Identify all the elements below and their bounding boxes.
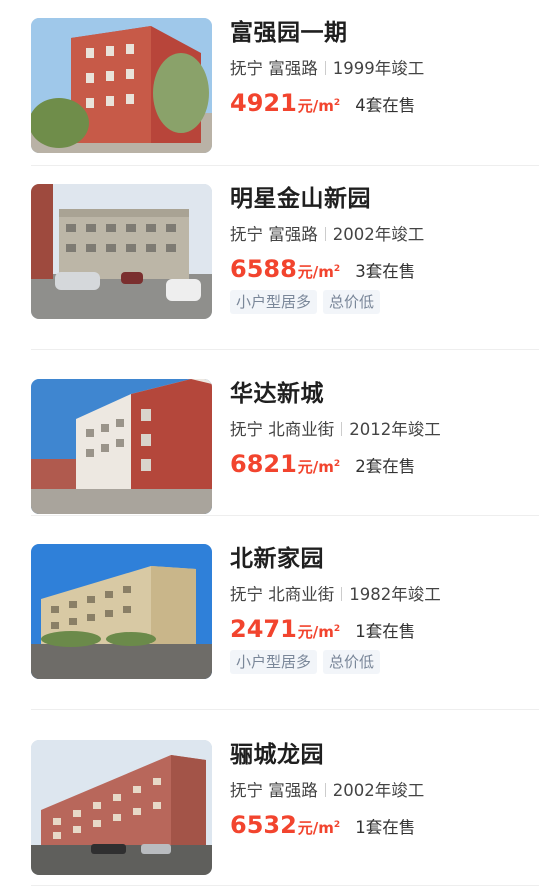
divider bbox=[341, 422, 343, 436]
listing-title: 华达新城 bbox=[230, 381, 324, 407]
listing-card[interactable]: 富强园一期 抚宁 富强路 1999年竣工 4921元/m2 4套在售 bbox=[0, 0, 539, 166]
listing-meta: 抚宁 北商业街 2012年竣工 bbox=[230, 419, 539, 441]
divider bbox=[341, 587, 343, 601]
road: 北商业街 bbox=[268, 420, 335, 439]
listing-card[interactable]: 北新家园 抚宁 北商业街 1982年竣工 2471元/m2 1套在售 小户型居多总… bbox=[0, 516, 539, 710]
listing-meta: 抚宁 富强路 2002年竣工 bbox=[230, 224, 539, 246]
listing-photo[interactable] bbox=[31, 544, 212, 679]
listing-photo[interactable] bbox=[31, 18, 212, 153]
price-row: 6588元/m2 3套在售 bbox=[230, 255, 539, 283]
tag-small-units: 小户型居多 bbox=[230, 650, 318, 674]
unit-price: 6821 bbox=[230, 450, 297, 478]
built-year: 1999年竣工 bbox=[332, 59, 425, 78]
listing-title: 明星金山新园 bbox=[230, 186, 371, 212]
built-year: 1982年竣工 bbox=[349, 585, 441, 604]
listing-meta: 抚宁 富强路 1999年竣工 bbox=[230, 58, 539, 80]
price-unit: 元/m2 bbox=[297, 458, 341, 476]
tag-small-units: 小户型居多 bbox=[230, 290, 318, 314]
district: 抚宁 bbox=[230, 225, 263, 244]
price-row: 6821元/m2 2套在售 bbox=[230, 450, 539, 478]
listing-meta: 抚宁 北商业街 1982年竣工 bbox=[230, 584, 539, 606]
tag-low-total-price: 总价低 bbox=[323, 650, 381, 674]
price-row: 6532元/m2 1套在售 bbox=[230, 811, 539, 839]
listing-card[interactable]: 明星金山新园 抚宁 富强路 2002年竣工 6588元/m2 3套在售 小户型居多… bbox=[0, 166, 539, 350]
district: 抚宁 bbox=[230, 420, 263, 439]
district: 抚宁 bbox=[230, 585, 263, 604]
tag-list: 小户型居多 总价低 bbox=[230, 650, 539, 674]
listing-photo[interactable] bbox=[31, 379, 212, 514]
listing-photo[interactable] bbox=[31, 740, 212, 875]
built-year: 2012年竣工 bbox=[349, 420, 441, 439]
divider bbox=[324, 227, 326, 241]
price-unit: 元/m2 bbox=[297, 97, 341, 115]
road: 富强路 bbox=[268, 781, 318, 800]
on-sale-count: 1套在售 bbox=[355, 818, 416, 837]
unit-price: 6532 bbox=[230, 811, 297, 839]
road: 富强路 bbox=[268, 59, 318, 78]
district: 抚宁 bbox=[230, 59, 263, 78]
road: 富强路 bbox=[268, 225, 318, 244]
on-sale-count: 4套在售 bbox=[355, 96, 416, 115]
divider bbox=[324, 783, 326, 797]
price-row: 4921元/m2 4套在售 bbox=[230, 89, 539, 117]
listing-meta: 抚宁 富强路 2002年竣工 bbox=[230, 780, 539, 802]
unit-price: 6588 bbox=[230, 255, 297, 283]
price-unit: 元/m2 bbox=[297, 623, 341, 641]
price-unit: 元/m2 bbox=[297, 263, 341, 281]
built-year: 2002年竣工 bbox=[332, 781, 425, 800]
listing-photo[interactable] bbox=[31, 184, 212, 319]
listing-card[interactable]: 华达新城 抚宁 北商业街 2012年竣工 6821元/m2 2套在售 bbox=[0, 350, 539, 516]
on-sale-count: 1套在售 bbox=[355, 622, 416, 641]
on-sale-count: 3套在售 bbox=[355, 262, 416, 281]
listing-card[interactable]: 骊城龙园 抚宁 富强路 2002年竣工 6532元/m2 1套在售 bbox=[0, 710, 539, 886]
price-row: 2471元/m2 1套在售 bbox=[230, 615, 539, 643]
road: 北商业街 bbox=[268, 585, 335, 604]
tag-list: 小户型居多 总价低 bbox=[230, 290, 539, 314]
tag-low-total-price: 总价低 bbox=[323, 290, 381, 314]
district: 抚宁 bbox=[230, 781, 263, 800]
built-year: 2002年竣工 bbox=[332, 225, 425, 244]
divider bbox=[324, 61, 326, 75]
listing-title: 北新家园 bbox=[230, 546, 324, 572]
price-unit: 元/m2 bbox=[297, 819, 341, 837]
unit-price: 4921 bbox=[230, 89, 297, 117]
listing-list: 富强园一期 抚宁 富强路 1999年竣工 4921元/m2 4套在售 明星金山新… bbox=[0, 0, 539, 886]
unit-price: 2471 bbox=[230, 615, 297, 643]
on-sale-count: 2套在售 bbox=[355, 457, 416, 476]
listing-title: 骊城龙园 bbox=[230, 742, 324, 768]
listing-title: 富强园一期 bbox=[230, 20, 348, 46]
